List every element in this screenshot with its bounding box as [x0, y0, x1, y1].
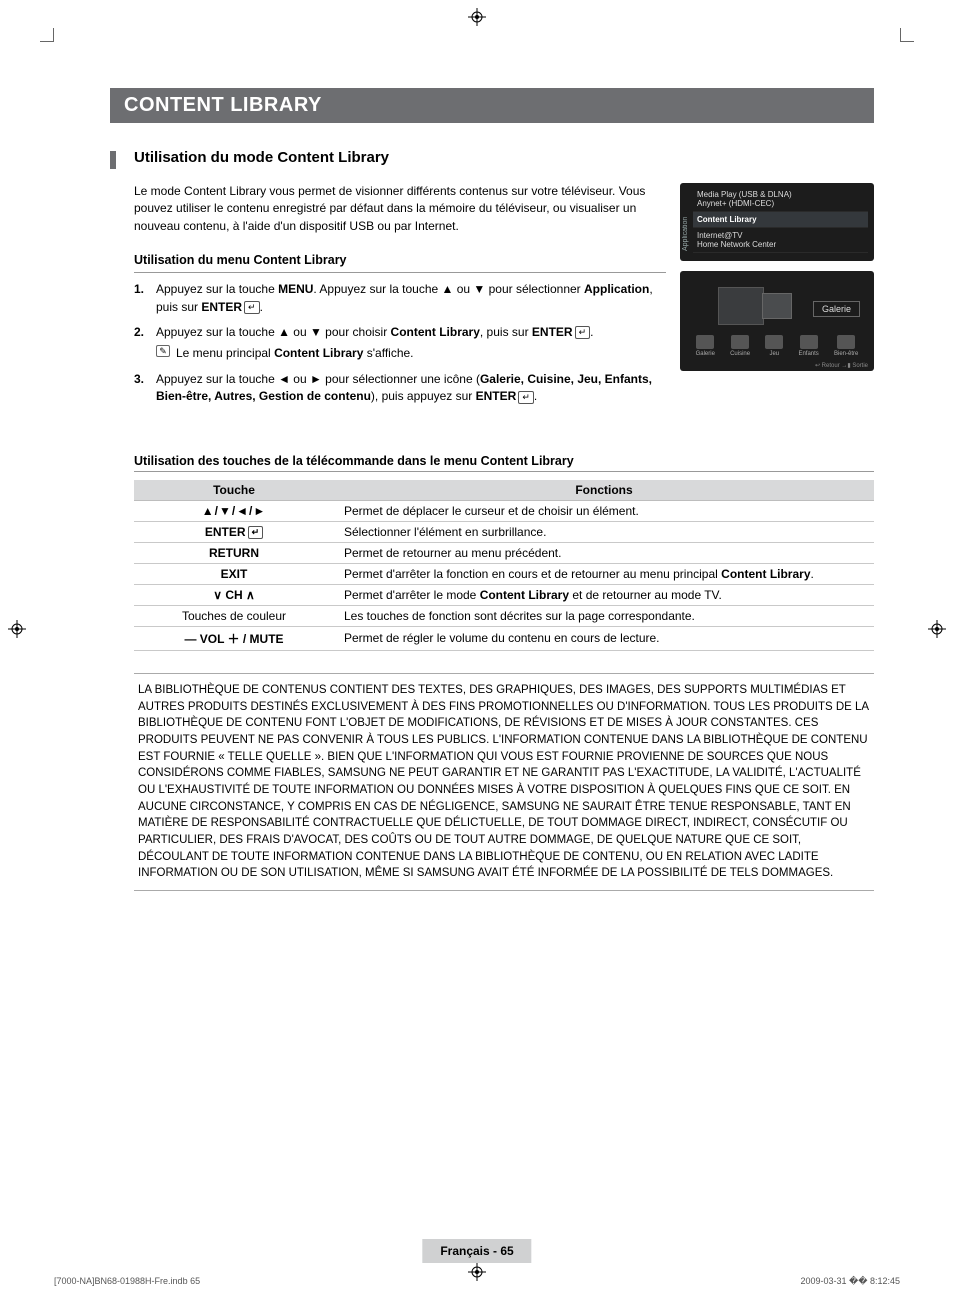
key-cell: RETURN — [134, 542, 334, 563]
enter-icon: ↵ — [248, 526, 264, 539]
gallery-selected-label: Galerie — [813, 301, 860, 317]
table-header-key: Touche — [134, 480, 334, 501]
tv-gallery-screenshot: Galerie Galerie Cuisine Jeu Enfants Bien… — [680, 271, 874, 371]
cooking-icon: Cuisine — [730, 335, 750, 357]
enter-icon: ↵ — [244, 301, 260, 314]
step-text: Appuyez sur la touche MENU. Appuyez sur … — [156, 281, 666, 316]
arrow-keys-icon: ▲/▼/◄/► — [202, 504, 267, 518]
gallery-icon: Galerie — [696, 335, 715, 357]
key-cell: ENTER↵ — [134, 521, 334, 542]
print-file: [7000-NA]BN68-01988H-Fre.indb 65 — [54, 1276, 200, 1287]
print-timestamp: 2009-03-31 �� 8:12:45 — [800, 1276, 900, 1287]
step-number: 2. — [134, 324, 156, 363]
wellness-icon: Bien-être — [834, 335, 858, 357]
gallery-thumbnail-icon — [718, 287, 764, 325]
table-row: ∨ CH ∧ Permet d'arrêter le mode Content … — [134, 584, 874, 605]
enter-icon: ↵ — [518, 391, 534, 404]
table-header-fn: Fonctions — [334, 480, 874, 501]
registration-mark-icon — [468, 8, 486, 26]
step-text: Appuyez sur la touche ▲ ou ▼ pour choisi… — [156, 324, 666, 363]
step-number: 3. — [134, 371, 156, 406]
table-row: EXIT Permet d'arrêter la fonction en cou… — [134, 563, 874, 584]
key-cell: EXIT — [134, 563, 334, 584]
tv-menu-screenshot: Application Media Play (USB & DLNA) Anyn… — [680, 183, 874, 261]
game-icon: Jeu — [765, 335, 783, 357]
step-text: Appuyez sur la touche ◄ ou ► pour sélect… — [156, 371, 666, 406]
legal-disclaimer: LA BIBLIOTHÈQUE DE CONTENUS CONTIENT DES… — [134, 673, 874, 891]
crop-mark-icon — [40, 28, 54, 42]
fn-cell: Permet d'arrêter la fonction en cours et… — [334, 563, 874, 584]
key-cell: Touches de couleur — [134, 605, 334, 626]
section-heading: Utilisation du mode Content Library — [134, 149, 389, 166]
kids-icon: Enfants — [798, 335, 818, 357]
page-number: Français - 65 — [422, 1239, 531, 1263]
registration-mark-icon — [8, 620, 26, 638]
fn-cell: Permet de déplacer le curseur et de choi… — [334, 500, 874, 521]
menu-item: Internet@TV Home Network Center — [693, 228, 868, 253]
subsection-heading: Utilisation des touches de la télécomman… — [134, 454, 874, 472]
table-row: Touches de couleur Les touches de foncti… — [134, 605, 874, 626]
enter-icon: ↵ — [575, 326, 591, 339]
fn-cell: Permet d'arrêter le mode Content Library… — [334, 584, 874, 605]
menu-category-label: Application — [680, 183, 691, 257]
section-marker-icon — [110, 151, 116, 169]
channel-keys-icon: ∨ CH ∧ — [213, 588, 255, 602]
note-icon: ✎ — [156, 345, 170, 357]
table-row: ▲/▼/◄/► Permet de déplacer le curseur et… — [134, 500, 874, 521]
chapter-title: CONTENT LIBRARY — [110, 88, 874, 123]
table-row: RETURN Permet de retourner au menu précé… — [134, 542, 874, 563]
step-list: 1. Appuyez sur la touche MENU. Appuyez s… — [134, 281, 666, 405]
fn-cell: Permet de régler le volume du contenu en… — [334, 626, 874, 650]
menu-item: Media Play (USB & DLNA) Anynet+ (HDMI-CE… — [693, 187, 868, 212]
screen-footer-hints: ↩ Retour →▮ Sortie — [815, 362, 868, 369]
fn-cell: Sélectionner l'élément en surbrillance. — [334, 521, 874, 542]
subsection-heading: Utilisation du menu Content Library — [134, 251, 666, 273]
fn-cell: Les touches de fonction sont décrites su… — [334, 605, 874, 626]
table-row: ENTER↵ Sélectionner l'élément en surbril… — [134, 521, 874, 542]
step-number: 1. — [134, 281, 156, 316]
registration-mark-icon — [928, 620, 946, 638]
print-metadata: [7000-NA]BN68-01988H-Fre.indb 65 2009-03… — [54, 1276, 900, 1287]
crop-mark-icon — [900, 28, 914, 42]
remote-functions-table: Touche Fonctions ▲/▼/◄/► Permet de dépla… — [134, 480, 874, 651]
gallery-thumbnail-icon — [762, 293, 792, 319]
fn-cell: Permet de retourner au menu précédent. — [334, 542, 874, 563]
table-row: — VOL ＋ / MUTE Permet de régler le volum… — [134, 626, 874, 650]
volume-mute-keys-icon: — VOL ＋ / MUTE — [134, 626, 334, 650]
menu-item-selected: Content Library — [693, 212, 868, 228]
intro-paragraph: Le mode Content Library vous permet de v… — [134, 183, 666, 235]
